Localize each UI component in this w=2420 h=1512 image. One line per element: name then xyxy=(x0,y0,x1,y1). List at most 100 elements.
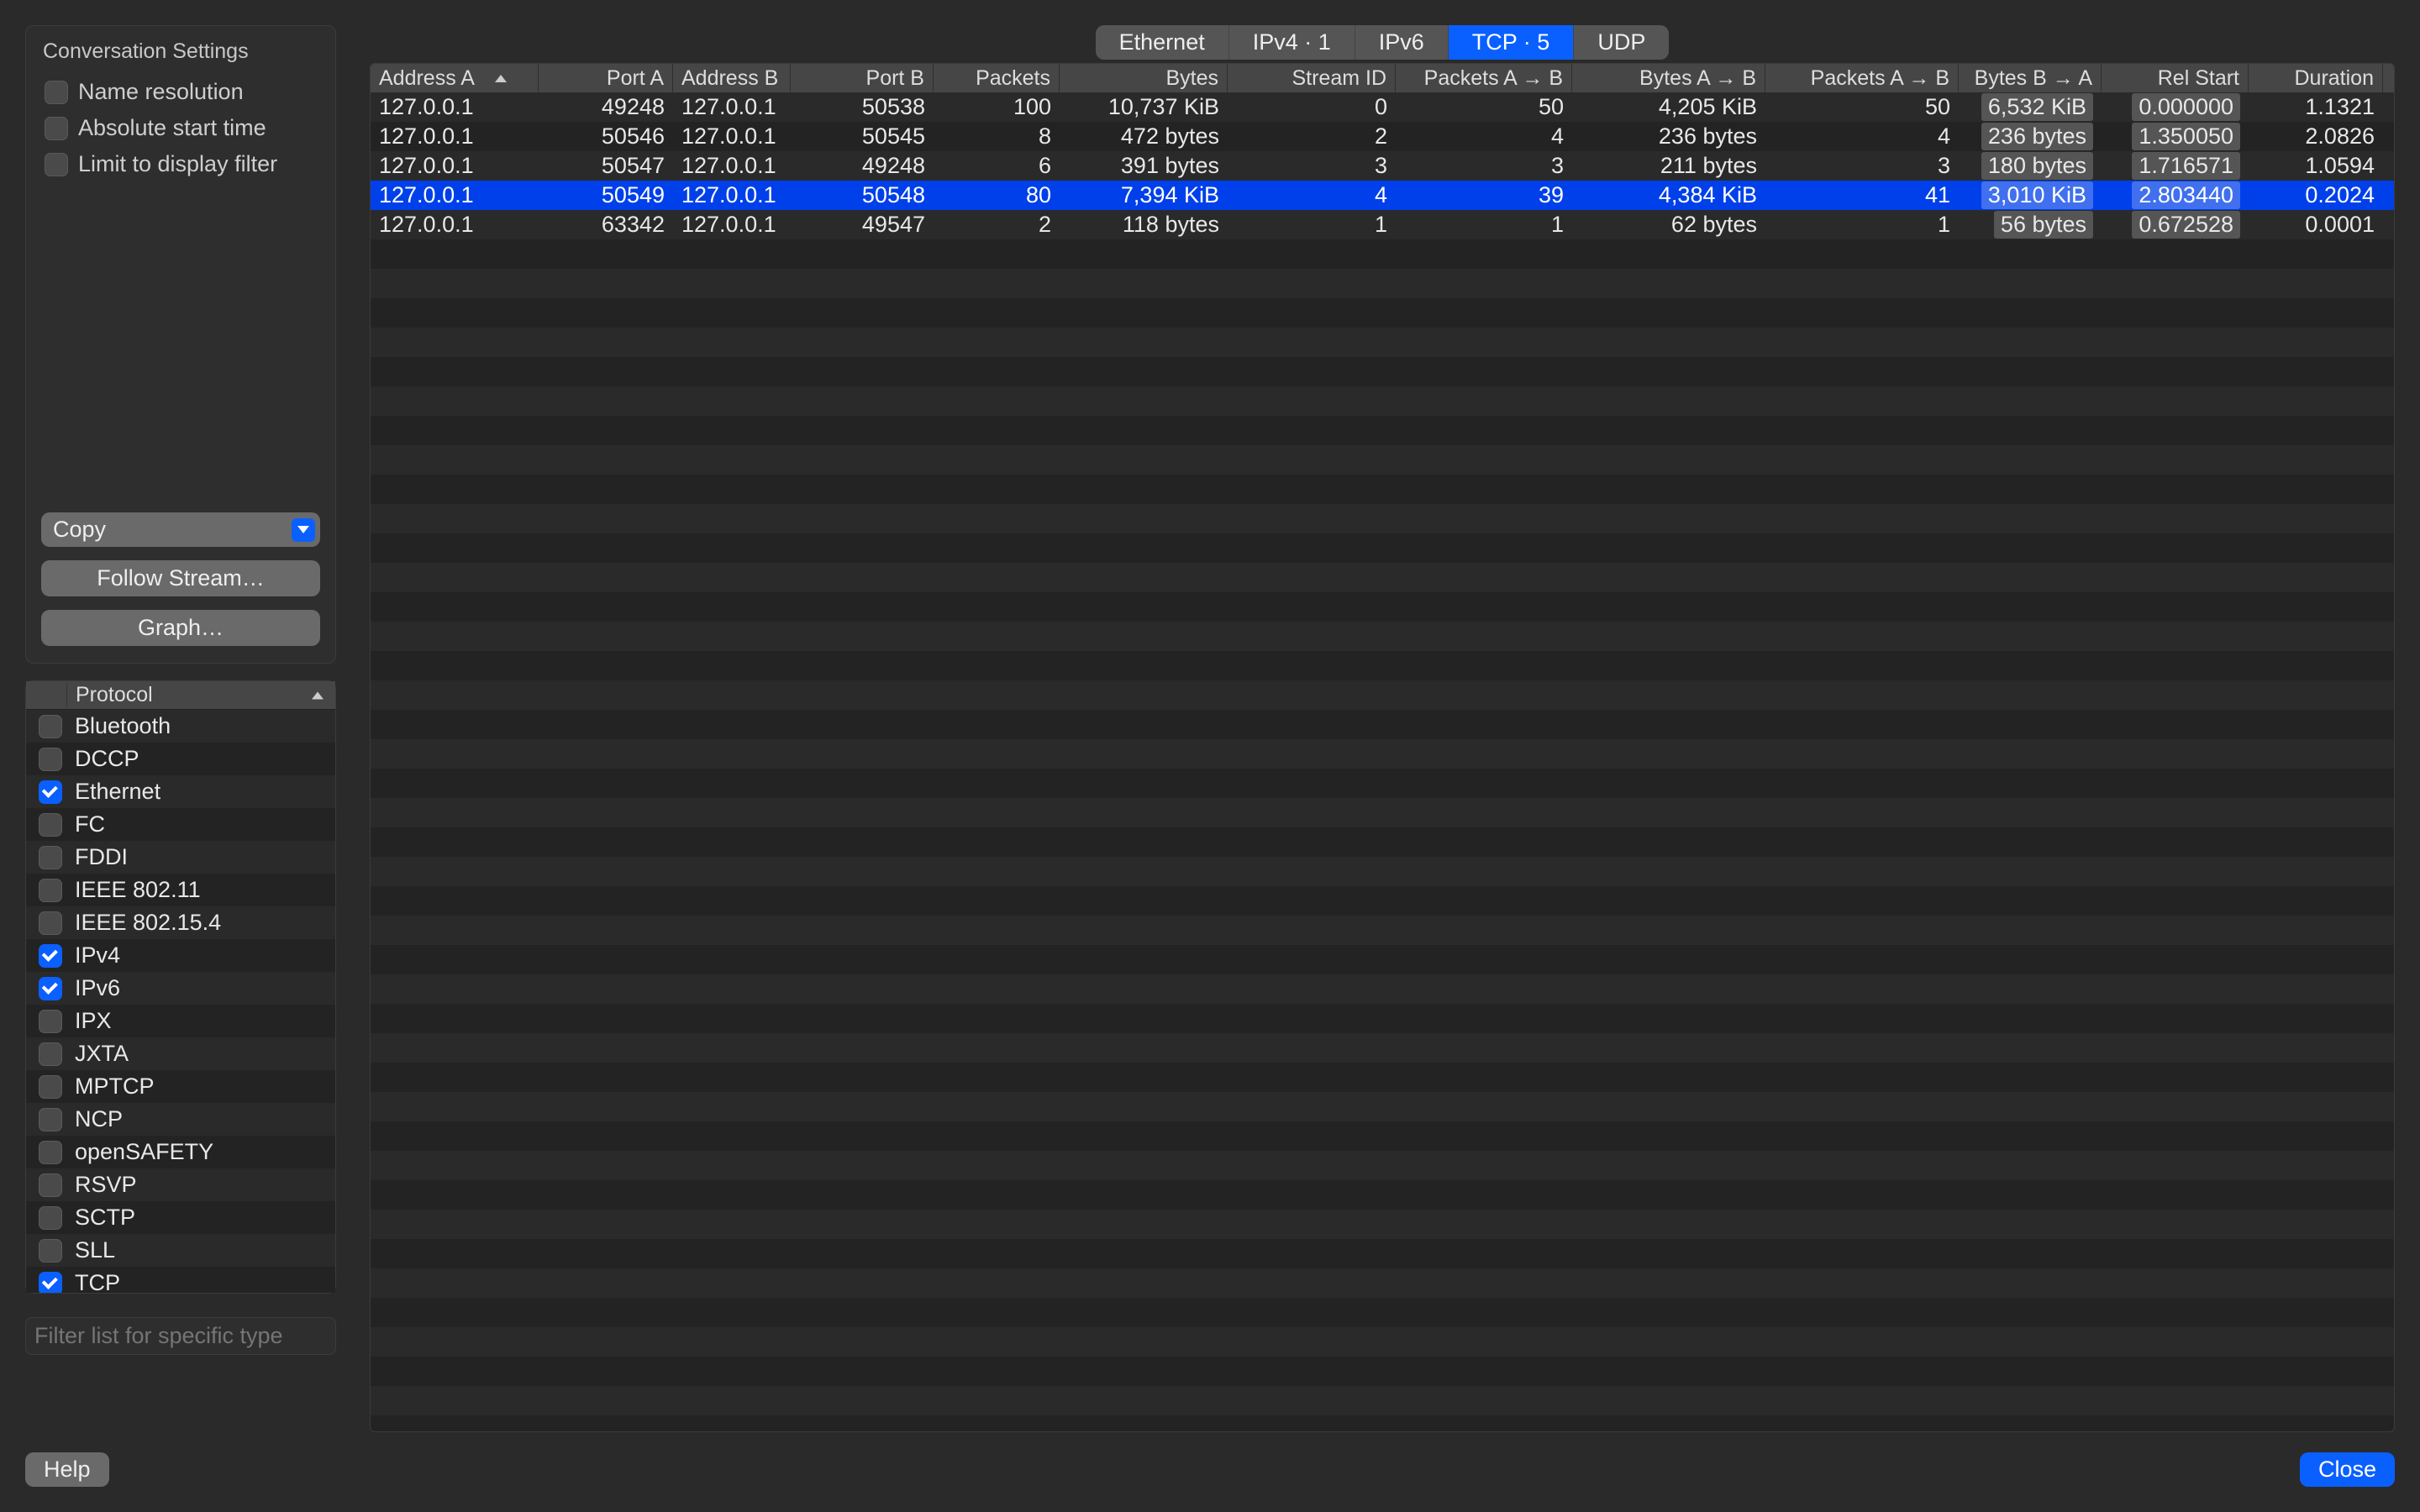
table-row-empty xyxy=(371,945,2394,974)
column-header[interactable]: Rel Start xyxy=(2102,64,2249,92)
protocol-filter-input[interactable] xyxy=(25,1317,336,1355)
checkbox-icon[interactable] xyxy=(45,81,68,104)
table-row-empty xyxy=(371,1033,2394,1063)
setting-option[interactable]: Limit to display filter xyxy=(38,146,324,182)
setting-option[interactable]: Name resolution xyxy=(38,74,324,110)
protocol-row[interactable]: TCP xyxy=(26,1267,335,1293)
table-cell: 127.0.0.1 xyxy=(673,94,791,120)
table-cell: 63342 xyxy=(539,212,673,238)
column-header[interactable]: Address B xyxy=(673,64,791,92)
table-cell: 50 xyxy=(1396,94,1572,120)
table-row[interactable]: 127.0.0.150547127.0.0.1492486391 bytes33… xyxy=(371,151,2394,181)
protocol-row[interactable]: MPTCP xyxy=(26,1070,335,1103)
table-cell: 1.350050 xyxy=(2102,123,2249,150)
checkbox-icon[interactable] xyxy=(39,911,62,935)
table-cell: 1 xyxy=(1765,212,1959,238)
protocol-label: SLL xyxy=(75,1237,115,1263)
table-row[interactable]: 127.0.0.150549127.0.0.150548807,394 KiB4… xyxy=(371,181,2394,210)
table-row-empty xyxy=(371,386,2394,416)
table-cell: 2.0826 xyxy=(2249,123,2383,150)
checkbox-icon[interactable] xyxy=(39,1042,62,1066)
checkbox-icon[interactable] xyxy=(39,780,62,804)
checkbox-icon[interactable] xyxy=(45,117,68,140)
protocol-header-label[interactable]: Protocol xyxy=(66,683,153,707)
checkbox-icon[interactable] xyxy=(39,1239,62,1263)
protocol-label: Ethernet xyxy=(75,779,160,805)
checkbox-icon[interactable] xyxy=(45,153,68,176)
checkbox-icon[interactable] xyxy=(39,1141,62,1164)
table-row-empty xyxy=(371,886,2394,916)
setting-option[interactable]: Absolute start time xyxy=(38,110,324,146)
checkbox-icon[interactable] xyxy=(39,1108,62,1131)
table-cell: 50538 xyxy=(791,94,934,120)
tab-ethernet[interactable]: Ethernet xyxy=(1096,25,1229,60)
table-row-empty xyxy=(371,239,2394,269)
column-header[interactable]: Bytes B → A xyxy=(1959,64,2102,92)
graph-button[interactable]: Graph… xyxy=(41,610,320,646)
table-row-empty xyxy=(371,916,2394,945)
column-header[interactable]: Port A xyxy=(539,64,673,92)
protocol-row[interactable]: FC xyxy=(26,808,335,841)
protocol-row[interactable]: SCTP xyxy=(26,1201,335,1234)
column-header[interactable]: Stream ID xyxy=(1228,64,1396,92)
table-row[interactable]: 127.0.0.150546127.0.0.1505458472 bytes24… xyxy=(371,122,2394,151)
protocol-row[interactable]: FDDI xyxy=(26,841,335,874)
table-cell: 4 xyxy=(1396,123,1572,150)
checkbox-icon[interactable] xyxy=(39,879,62,902)
table-cell: 2.803440 xyxy=(2102,181,2249,209)
column-header[interactable]: Packets xyxy=(934,64,1060,92)
protocol-row[interactable]: IEEE 802.15.4 xyxy=(26,906,335,939)
column-header[interactable]: Duration xyxy=(2249,64,2383,92)
protocol-row[interactable]: NCP xyxy=(26,1103,335,1136)
checkbox-icon[interactable] xyxy=(39,846,62,869)
checkbox-icon[interactable] xyxy=(39,977,62,1000)
table-row-empty xyxy=(371,269,2394,298)
checkbox-icon[interactable] xyxy=(39,1173,62,1197)
protocol-row[interactable]: IPv4 xyxy=(26,939,335,972)
table-row-empty xyxy=(371,798,2394,827)
tab-ipv4-1[interactable]: IPv4 · 1 xyxy=(1229,25,1355,60)
table-cell: 472 bytes xyxy=(1060,123,1228,150)
table-row-empty xyxy=(371,475,2394,504)
column-header[interactable]: Packets A → B xyxy=(1396,64,1572,92)
protocol-row[interactable]: Bluetooth xyxy=(26,710,335,743)
table-row[interactable]: 127.0.0.163342127.0.0.1495472118 bytes11… xyxy=(371,210,2394,239)
copy-dropdown[interactable]: Copy xyxy=(41,512,320,547)
protocol-tabs: EthernetIPv4 · 1IPv6TCP · 5UDP xyxy=(1096,25,1670,60)
tab-tcp-5[interactable]: TCP · 5 xyxy=(1449,25,1575,60)
follow-stream-button[interactable]: Follow Stream… xyxy=(41,560,320,596)
checkbox-icon[interactable] xyxy=(39,813,62,837)
protocol-row[interactable]: IEEE 802.11 xyxy=(26,874,335,906)
table-row[interactable]: 127.0.0.149248127.0.0.15053810010,737 Ki… xyxy=(371,92,2394,122)
table-cell: 127.0.0.1 xyxy=(371,94,539,120)
close-button[interactable]: Close xyxy=(2300,1452,2395,1487)
protocol-row[interactable]: JXTA xyxy=(26,1037,335,1070)
column-header[interactable]: Bytes xyxy=(1060,64,1228,92)
protocol-row[interactable]: RSVP xyxy=(26,1168,335,1201)
protocol-row[interactable]: SLL xyxy=(26,1234,335,1267)
protocol-row[interactable]: IPv6 xyxy=(26,972,335,1005)
tab-udp[interactable]: UDP xyxy=(1574,25,1669,60)
column-header[interactable]: Address A xyxy=(371,64,539,92)
table-row-empty xyxy=(371,416,2394,445)
protocol-row[interactable]: IPX xyxy=(26,1005,335,1037)
checkbox-icon[interactable] xyxy=(39,1272,62,1294)
column-header[interactable]: Bytes A → B xyxy=(1572,64,1765,92)
table-cell: 50546 xyxy=(539,123,673,150)
checkbox-icon[interactable] xyxy=(39,748,62,771)
protocol-row[interactable]: DCCP xyxy=(26,743,335,775)
table-row-empty xyxy=(371,328,2394,357)
protocol-row[interactable]: openSAFETY xyxy=(26,1136,335,1168)
checkbox-icon[interactable] xyxy=(39,715,62,738)
checkbox-icon[interactable] xyxy=(39,1075,62,1099)
protocol-label: RSVP xyxy=(75,1172,137,1198)
table-row-empty xyxy=(371,1121,2394,1151)
checkbox-icon[interactable] xyxy=(39,1206,62,1230)
protocol-row[interactable]: Ethernet xyxy=(26,775,335,808)
help-button[interactable]: Help xyxy=(25,1452,109,1487)
checkbox-icon[interactable] xyxy=(39,944,62,968)
column-header[interactable]: Port B xyxy=(791,64,934,92)
tab-ipv6[interactable]: IPv6 xyxy=(1355,25,1449,60)
checkbox-icon[interactable] xyxy=(39,1010,62,1033)
column-header[interactable]: Packets A → B xyxy=(1765,64,1959,92)
